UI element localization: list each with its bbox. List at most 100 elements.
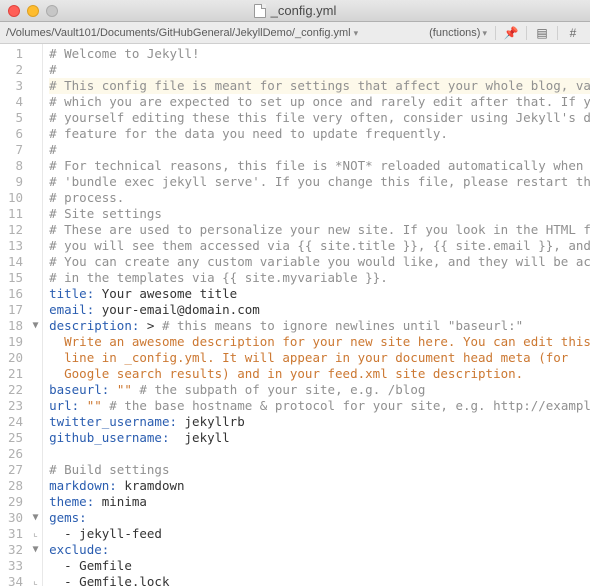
line-number: 16: [0, 286, 29, 302]
code-line[interactable]: # Welcome to Jekyll!: [49, 46, 590, 62]
code-line[interactable]: - jekyll-feed: [49, 526, 590, 542]
code-line[interactable]: theme: minima: [49, 494, 590, 510]
code-line[interactable]: description: > # this means to ignore ne…: [49, 318, 590, 334]
code-token: theme:: [49, 494, 94, 509]
code-line[interactable]: Write an awesome description for your ne…: [49, 334, 590, 350]
window-title: _config.yml: [0, 3, 590, 18]
code-line[interactable]: exclude:: [49, 542, 590, 558]
code-token: twitter_username:: [49, 414, 177, 429]
code-line[interactable]: # Site settings: [49, 206, 590, 222]
code-line[interactable]: # you will see them accessed via {{ site…: [49, 238, 590, 254]
code-line[interactable]: twitter_username: jekyllrb: [49, 414, 590, 430]
code-token: description:: [49, 318, 139, 333]
fold-toggle-icon[interactable]: ▼: [29, 318, 42, 334]
code-line[interactable]: # in the templates via {{ site.myvariabl…: [49, 270, 590, 286]
code-line[interactable]: email: your-email@domain.com: [49, 302, 590, 318]
line-number: 14: [0, 254, 29, 270]
fold-empty: [29, 478, 42, 494]
line-number: 7: [0, 142, 29, 158]
fold-empty: [29, 142, 42, 158]
code-token: #: [49, 62, 57, 77]
code-line[interactable]: #: [49, 62, 590, 78]
code-line[interactable]: # which you are expected to set up once …: [49, 94, 590, 110]
chevron-down-icon: ▾: [354, 28, 359, 38]
code-token: # This config file is meant for settings…: [49, 78, 590, 93]
fold-end-icon: ⌞: [29, 574, 42, 586]
separator: [557, 26, 558, 40]
code-line[interactable]: # 'bundle exec jekyll serve'. If you cha…: [49, 174, 590, 190]
code-line[interactable]: line in _config.yml. It will appear in y…: [49, 350, 590, 366]
code-token: #: [49, 142, 57, 157]
fold-empty: [29, 254, 42, 270]
code-line[interactable]: # These are used to personalize your new…: [49, 222, 590, 238]
line-number: 32: [0, 542, 29, 558]
code-token: Write an awesome description for your ne…: [49, 334, 590, 349]
file-path[interactable]: /Volumes/Vault101/Documents/GitHubGenera…: [6, 27, 358, 39]
code-line[interactable]: [49, 446, 590, 462]
code-line[interactable]: github_username: jekyll: [49, 430, 590, 446]
code-line[interactable]: # This config file is meant for settings…: [49, 78, 590, 94]
file-path-text: /Volumes/Vault101/Documents/GitHubGenera…: [6, 27, 351, 39]
code-line[interactable]: # Build settings: [49, 462, 590, 478]
line-number-gutter: 1234567891011121314151617181920212223242…: [0, 44, 29, 586]
code-token: minima: [94, 494, 147, 509]
code-line[interactable]: # process.: [49, 190, 590, 206]
fold-empty: [29, 46, 42, 62]
code-line[interactable]: - Gemfile: [49, 558, 590, 574]
line-number: 5: [0, 110, 29, 126]
code-line[interactable]: # You can create any custom variable you…: [49, 254, 590, 270]
stack-icon[interactable]: ▤: [534, 26, 550, 40]
fold-empty: [29, 110, 42, 126]
fold-empty: [29, 238, 42, 254]
code-token: jekyllrb: [177, 414, 245, 429]
code-token: - jekyll-feed: [49, 526, 162, 541]
window-title-text: _config.yml: [271, 3, 337, 18]
line-number: 30: [0, 510, 29, 526]
fold-empty: [29, 446, 42, 462]
code-line[interactable]: baseurl: "" # the subpath of your site, …: [49, 382, 590, 398]
fold-column: ▼▼⌞▼⌞: [29, 44, 43, 586]
code-token: kramdown: [117, 478, 185, 493]
code-token: gems:: [49, 510, 87, 525]
fold-empty: [29, 302, 42, 318]
code-token: markdown:: [49, 478, 117, 493]
code-line[interactable]: markdown: kramdown: [49, 478, 590, 494]
code-line[interactable]: # For technical reasons, this file is *N…: [49, 158, 590, 174]
hash-icon[interactable]: #: [565, 26, 581, 40]
code-token: url:: [49, 398, 79, 413]
code-line[interactable]: gems:: [49, 510, 590, 526]
pin-icon[interactable]: 📌: [503, 26, 519, 40]
code-line[interactable]: title: Your awesome title: [49, 286, 590, 302]
code-editor[interactable]: 1234567891011121314151617181920212223242…: [0, 44, 590, 586]
line-number: 11: [0, 206, 29, 222]
close-icon[interactable]: [8, 5, 20, 17]
fold-toggle-icon[interactable]: ▼: [29, 510, 42, 526]
fold-empty: [29, 350, 42, 366]
separator: [526, 26, 527, 40]
code-line[interactable]: # feature for the data you need to updat…: [49, 126, 590, 142]
fold-empty: [29, 414, 42, 430]
code-line[interactable]: Google search results) and in your feed.…: [49, 366, 590, 382]
minimize-icon[interactable]: [27, 5, 39, 17]
code-line[interactable]: url: "" # the base hostname & protocol f…: [49, 398, 590, 414]
fold-empty: [29, 398, 42, 414]
code-line[interactable]: # yourself editing these this file very …: [49, 110, 590, 126]
line-number: 24: [0, 414, 29, 430]
zoom-icon[interactable]: [46, 5, 58, 17]
code-area[interactable]: # Welcome to Jekyll!## This config file …: [43, 44, 590, 586]
code-token: - Gemfile: [49, 558, 132, 573]
fold-empty: [29, 174, 42, 190]
code-line[interactable]: #: [49, 142, 590, 158]
fold-toggle-icon[interactable]: ▼: [29, 542, 42, 558]
line-number: 9: [0, 174, 29, 190]
code-line[interactable]: - Gemfile.lock: [49, 574, 590, 586]
functions-popup[interactable]: (functions)▾: [429, 27, 487, 39]
code-token: "": [87, 398, 102, 413]
code-token: # the subpath of your site, e.g. /blog: [139, 382, 425, 397]
fold-empty: [29, 222, 42, 238]
line-number: 21: [0, 366, 29, 382]
line-number: 34: [0, 574, 29, 586]
line-number: 2: [0, 62, 29, 78]
code-token: # Build settings: [49, 462, 169, 477]
code-token: exclude:: [49, 542, 109, 557]
